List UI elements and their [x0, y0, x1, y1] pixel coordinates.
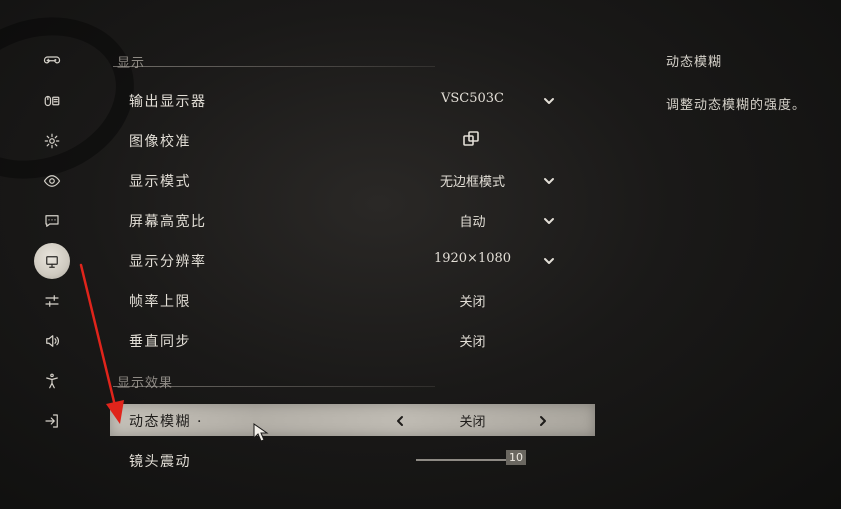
- cursor-icon: [253, 423, 269, 442]
- setting-label: 输出显示器: [129, 94, 207, 110]
- chevron-down-icon[interactable]: [542, 173, 556, 187]
- setting-row-frame-rate-limit[interactable]: 帧率上限 关闭: [110, 284, 595, 316]
- section-title-display: 显示: [117, 56, 146, 71]
- setting-value: 无边框模式: [439, 175, 505, 190]
- setting-value: 自动: [459, 215, 486, 230]
- setting-row-output-monitor[interactable]: 输出显示器 VSC503C: [110, 84, 595, 116]
- slider-track[interactable]: [416, 459, 508, 461]
- setting-row-motion-blur[interactable]: 动态模糊 · 关闭: [110, 404, 595, 436]
- slider-value[interactable]: 10: [506, 450, 526, 465]
- section-title-effects: 显示效果: [117, 376, 174, 391]
- description-title: 动态模糊: [666, 55, 723, 70]
- section-divider: [113, 386, 435, 387]
- monitor-icon[interactable]: [32, 243, 72, 280]
- setting-row-vsync[interactable]: 垂直同步 关闭: [110, 324, 595, 356]
- setting-value: 关闭: [459, 415, 486, 430]
- setting-label: 帧率上限: [129, 294, 191, 310]
- setting-row-resolution[interactable]: 显示分辨率 1920×1080: [110, 244, 595, 276]
- chevron-left-icon[interactable]: [393, 413, 407, 427]
- eye-icon[interactable]: [32, 163, 72, 199]
- setting-value: VSC503C: [440, 91, 504, 106]
- chevron-down-icon[interactable]: [542, 253, 556, 267]
- setting-value: 关闭: [459, 335, 486, 350]
- exit-icon[interactable]: [32, 403, 72, 439]
- setting-label: 动态模糊 ·: [129, 414, 203, 430]
- external-window-icon[interactable]: [462, 130, 482, 150]
- setting-label: 显示模式: [129, 174, 191, 190]
- setting-label: 镜头震动: [129, 454, 191, 470]
- setting-row-display-mode[interactable]: 显示模式 无边框模式: [110, 164, 595, 196]
- chat-icon[interactable]: [32, 203, 72, 239]
- sliders-icon[interactable]: [32, 283, 72, 319]
- speaker-icon[interactable]: [32, 323, 72, 359]
- setting-row-camera-shake[interactable]: 镜头震动 10: [110, 444, 595, 476]
- accessibility-icon[interactable]: [32, 363, 72, 399]
- setting-label: 垂直同步: [129, 334, 191, 350]
- setting-label: 屏幕高宽比: [129, 214, 207, 230]
- chevron-right-icon[interactable]: [536, 413, 550, 427]
- setting-row-aspect-ratio[interactable]: 屏幕高宽比 自动: [110, 204, 595, 236]
- setting-value: 关闭: [459, 295, 486, 310]
- gear-icon[interactable]: [32, 123, 72, 159]
- gamepad-icon[interactable]: [32, 42, 72, 78]
- setting-label: 显示分辨率: [129, 254, 207, 270]
- chevron-down-icon[interactable]: [542, 213, 556, 227]
- mouse-keyboard-icon[interactable]: [32, 83, 72, 119]
- description-body: 调整动态模糊的强度。: [666, 98, 807, 113]
- chevron-down-icon[interactable]: [542, 93, 556, 107]
- setting-value: 1920×1080: [433, 251, 512, 266]
- section-divider: [113, 66, 435, 67]
- setting-label: 图像校准: [129, 134, 191, 150]
- setting-row-image-calibration[interactable]: 图像校准: [110, 124, 595, 156]
